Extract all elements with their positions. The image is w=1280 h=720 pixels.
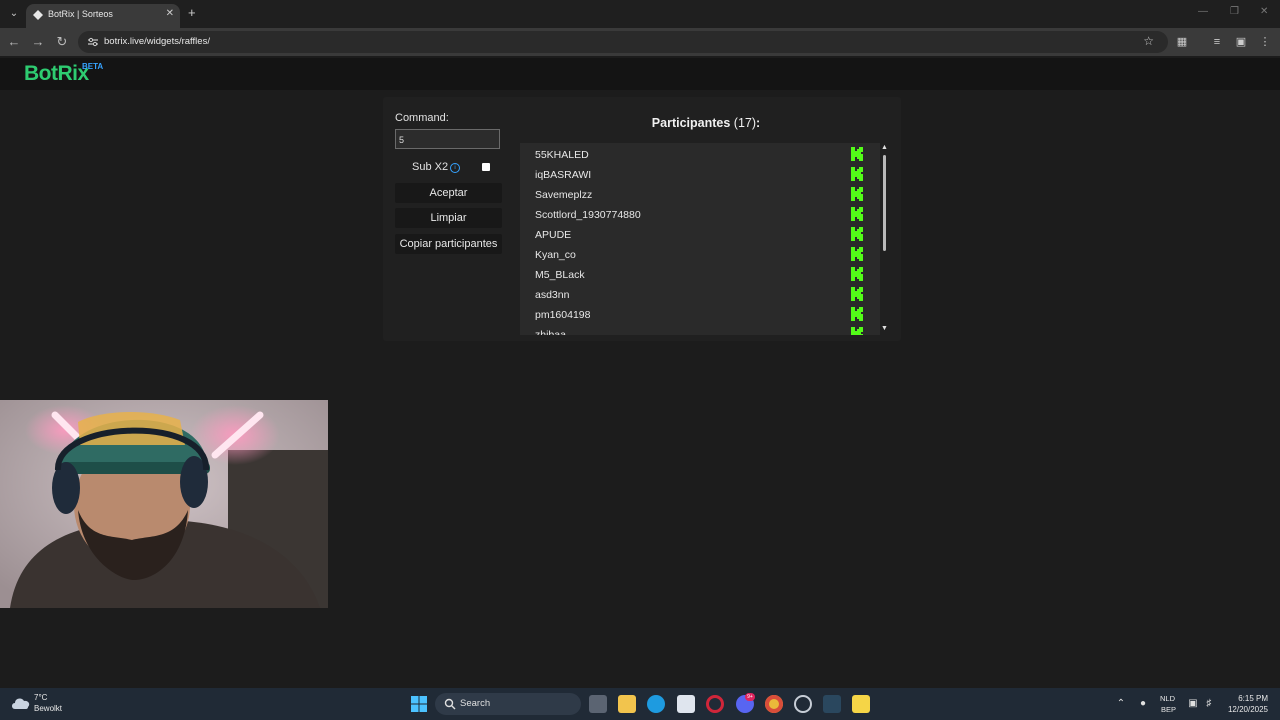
new-tab-plus-icon[interactable]: + — [188, 6, 196, 20]
participant-name: Scottlord_1930774880 — [535, 209, 641, 221]
kick-icon — [851, 207, 863, 221]
raffle-panel: Command: 5 Sub X2 i Aceptar Limpiar Copi… — [383, 97, 901, 341]
kick-icon — [851, 227, 863, 241]
url-text: botrix.live/widgets/raffles/ — [104, 36, 210, 47]
participant-name: pm1604198 — [535, 309, 591, 321]
kick-icon — [851, 327, 863, 335]
beta-badge: BETA — [82, 62, 104, 71]
weather-condition: Bewolkt — [34, 704, 63, 713]
scroll-down-arrow-icon[interactable]: ▼ — [881, 325, 888, 332]
participant-name: M5_BLack — [535, 269, 585, 281]
store-icon[interactable] — [677, 695, 695, 713]
participant-name: iqBASRAWI — [535, 169, 592, 181]
tab-search-chevron-icon[interactable]: ⌄ — [6, 6, 22, 22]
search-placeholder: Search — [460, 698, 491, 709]
kick-icon — [851, 187, 863, 201]
participants-colon: : — [756, 116, 761, 130]
kick-icon — [851, 307, 863, 321]
browser-toolbar: ← → ↻ botrix.live/widgets/raffles/ ☆ ▦ ≡… — [0, 28, 1280, 56]
participants-title-text: Participantes — [651, 116, 731, 130]
network-icon[interactable]: ▣ — [1187, 698, 1199, 710]
command-label: Command: — [395, 112, 449, 124]
browser-tab[interactable]: BotRix | Sorteos ✕ — [26, 4, 180, 28]
clock-date: 12/20/2025 — [1227, 705, 1268, 714]
kick-icon — [851, 247, 863, 261]
kick-icon — [851, 167, 863, 181]
info-icon[interactable]: i — [450, 163, 460, 173]
participant-name: Kyan_co — [535, 249, 576, 261]
chatgpt-icon[interactable] — [794, 695, 812, 713]
participant-name: asd3nn — [535, 289, 570, 301]
chrome-menu-icon[interactable]: ⋮ — [1257, 34, 1273, 50]
copy-participants-button[interactable]: Copiar participantes — [395, 234, 502, 254]
bookmark-star-icon[interactable]: ☆ — [1143, 34, 1154, 48]
tab-strip: ⌄ BotRix | Sorteos ✕ + — ❐ ✕ — [0, 0, 1280, 28]
tab-close-icon[interactable]: ✕ — [166, 8, 174, 19]
participant-name: zhibaa — [535, 329, 566, 335]
profile-icon[interactable]: ▣ — [1233, 34, 1249, 50]
system-clock[interactable]: 6:15 PM 12/20/2025 — [1228, 693, 1268, 715]
participants-list[interactable]: 55KHALED iqBASRAWI Savemeplzz Scottlord_… — [520, 143, 880, 335]
window-close-icon[interactable]: ✕ — [1260, 6, 1268, 17]
extensions-puzzle-icon[interactable]: ▦ — [1174, 34, 1190, 50]
participants-title: Participantes (17): — [519, 116, 893, 130]
tray-overflow-chevron-icon[interactable]: ⌃ — [1115, 698, 1127, 710]
command-input[interactable]: 5 — [395, 129, 500, 149]
steam-icon[interactable] — [823, 695, 841, 713]
cloud-icon[interactable] — [11, 696, 31, 710]
tab-title: BotRix | Sorteos — [48, 9, 113, 19]
reading-list-icon[interactable]: ≡ — [1209, 34, 1225, 50]
webcam-overlay — [0, 400, 328, 608]
participant-name: Savemeplzz — [535, 189, 593, 201]
list-scrollbar[interactable]: ▲ ▼ — [880, 143, 890, 335]
botrix-logo[interactable]: BotRix — [24, 62, 89, 86]
participant-name: 55KHALED — [535, 149, 589, 161]
app-icon[interactable] — [852, 695, 870, 713]
language-bottom[interactable]: BEP — [1161, 705, 1176, 714]
taskbar-search[interactable]: Search — [435, 693, 581, 715]
address-bar[interactable]: botrix.live/widgets/raffles/ ☆ — [78, 31, 1168, 53]
sub-x2-label: Sub X2 — [412, 161, 449, 173]
opera-icon[interactable] — [706, 695, 724, 713]
windows-taskbar: 7°C Bewolkt Search 9+ ⌃ ● NLD BEP ▣ ♯ 6:… — [0, 688, 1280, 720]
clear-button[interactable]: Limpiar — [395, 208, 502, 228]
clock-time: 6:15 PM — [1238, 694, 1268, 703]
site-header: BotRix BETA — [0, 58, 1280, 90]
site-info-icon[interactable] — [87, 36, 99, 48]
kick-icon — [851, 287, 863, 301]
back-arrow-icon[interactable]: ← — [5, 33, 23, 51]
discord-badge: 9+ — [745, 693, 755, 701]
forward-arrow-icon[interactable]: → — [29, 33, 47, 51]
botrix-favicon-icon — [33, 10, 43, 20]
kick-icon — [851, 267, 863, 281]
maximize-icon[interactable]: ❐ — [1230, 6, 1239, 17]
sub-x2-checkbox[interactable] — [482, 163, 490, 171]
scroll-thumb[interactable] — [883, 155, 886, 251]
task-view-icon[interactable] — [589, 695, 607, 713]
weather-temperature: 7°C — [34, 693, 48, 702]
kick-icon — [851, 147, 863, 161]
search-icon — [444, 698, 456, 710]
participant-name: APUDE — [535, 229, 572, 241]
participants-count: (17) — [733, 116, 757, 130]
chrome-icon[interactable] — [765, 695, 783, 713]
webcam-image — [0, 400, 328, 608]
language-top[interactable]: NLD — [1160, 694, 1175, 703]
microphone-icon[interactable]: ● — [1137, 698, 1149, 710]
volume-icon[interactable]: ♯ — [1203, 698, 1215, 710]
scroll-up-arrow-icon[interactable]: ▲ — [881, 144, 888, 151]
accept-button[interactable]: Aceptar — [395, 183, 502, 203]
minimize-icon[interactable]: — — [1198, 6, 1208, 17]
windows-start-icon[interactable] — [411, 696, 427, 712]
reload-icon[interactable]: ↻ — [53, 33, 71, 51]
file-explorer-icon[interactable] — [618, 695, 636, 713]
edge-icon[interactable] — [647, 695, 665, 713]
